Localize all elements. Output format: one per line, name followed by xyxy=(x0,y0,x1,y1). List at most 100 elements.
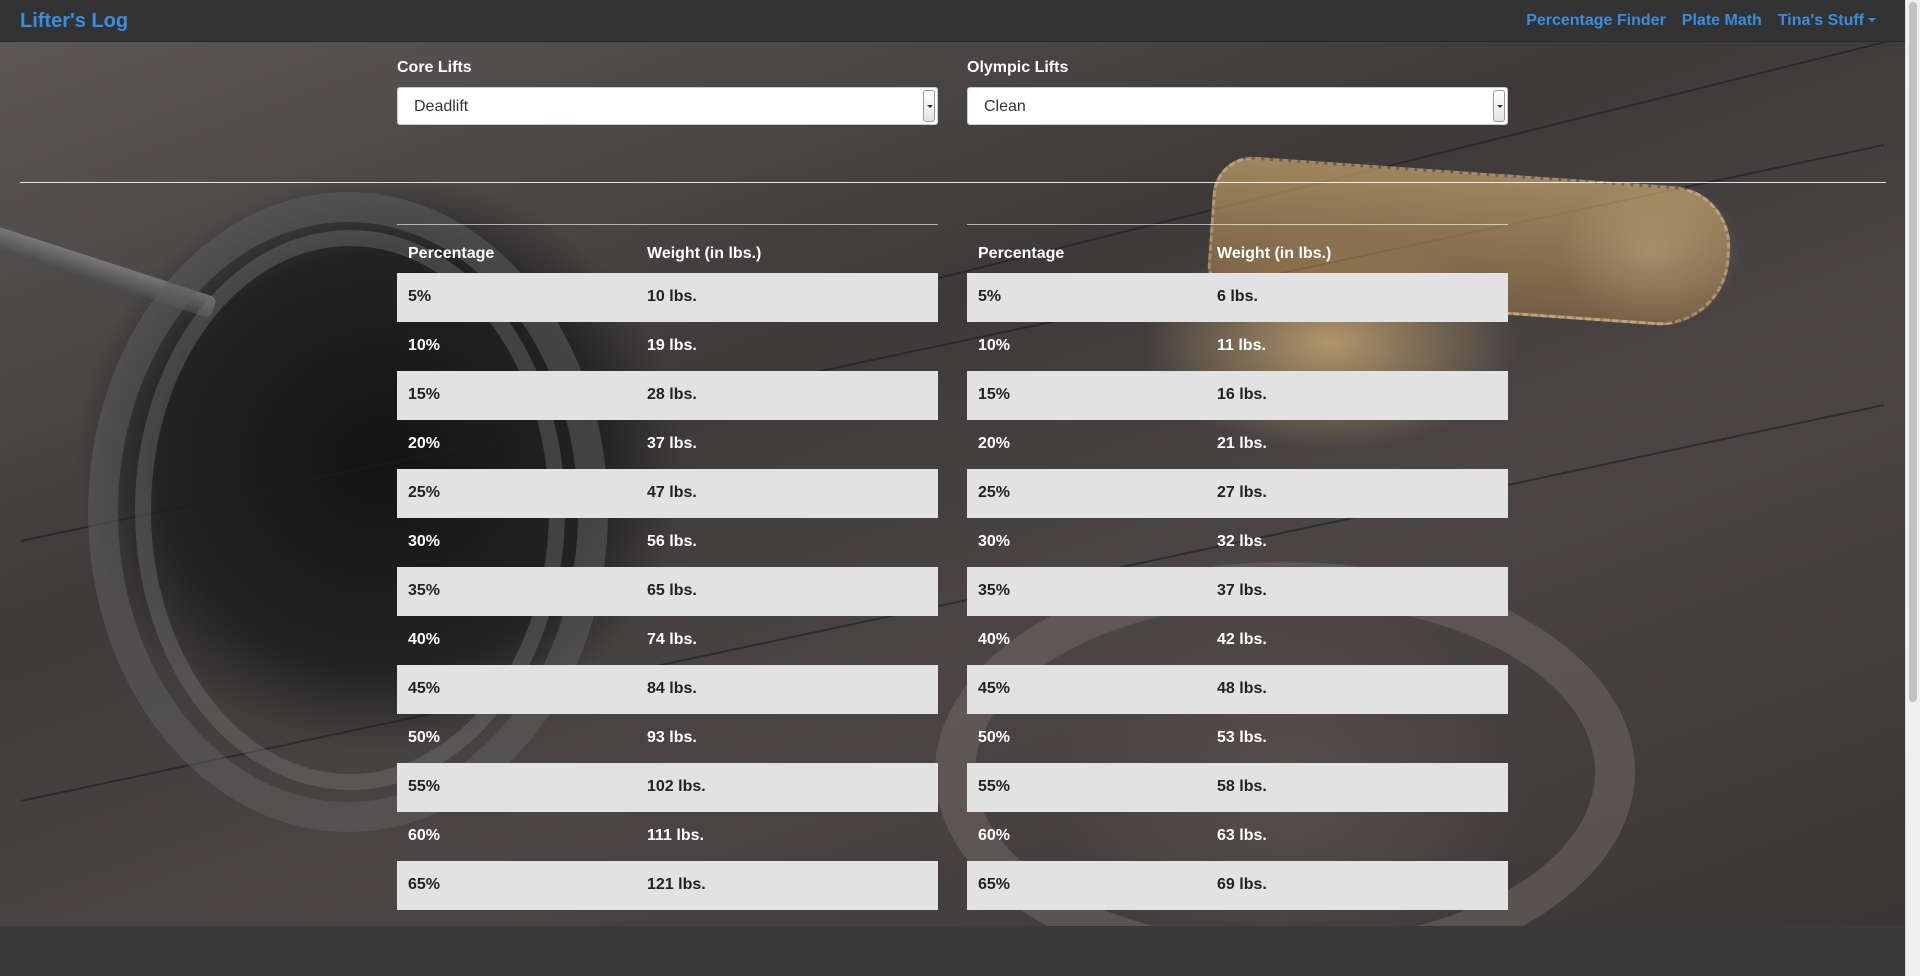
nav-links: Percentage Finder Plate Math Tina's Stuf… xyxy=(1510,12,1876,30)
caret-down-icon xyxy=(1868,18,1876,22)
table-row: 20% 37 lbs. xyxy=(397,420,938,469)
percentage-cell: 30% xyxy=(408,533,441,550)
weight-cell: 42 lbs. xyxy=(1217,631,1267,648)
footer xyxy=(0,926,1905,976)
select-arrow-icon xyxy=(1493,90,1505,122)
percentage-cell: 40% xyxy=(408,631,441,648)
navbar: Lifter's Log Percentage Finder Plate Mat… xyxy=(0,0,1905,42)
section-divider xyxy=(20,182,1886,183)
table-row: 40% 74 lbs. xyxy=(397,616,938,665)
weight-cell: 121 lbs. xyxy=(636,860,938,910)
weight-cell: 69 lbs. xyxy=(1206,860,1508,910)
weight-cell: 16 lbs. xyxy=(1206,370,1508,420)
olympic-percentage-table: Percentage Weight (in lbs.) 5% 6 lbs. 10% 1… xyxy=(967,224,1508,910)
weight-cell: 27 lbs. xyxy=(1206,468,1508,518)
weight-cell: 111 lbs. xyxy=(647,827,704,844)
weight-cell: 53 lbs. xyxy=(1217,729,1267,746)
main-content: Core Lifts Deadlift Olympic Lifts Clean … xyxy=(0,42,1905,926)
brand-link[interactable]: Lifter's Log xyxy=(20,10,128,33)
percentage-cell: 15% xyxy=(967,370,1206,420)
table-row: 35% 37 lbs. xyxy=(967,566,1508,616)
table-row: 30% 56 lbs. xyxy=(397,518,938,567)
percentage-cell: 35% xyxy=(397,566,636,616)
table-row: 50% 53 lbs. xyxy=(967,714,1508,763)
weight-cell: 47 lbs. xyxy=(636,468,938,518)
weight-cell: 37 lbs. xyxy=(647,435,697,452)
table-row: 5% 6 lbs. xyxy=(967,272,1508,322)
weight-cell: 56 lbs. xyxy=(647,533,697,550)
page-scrollbar[interactable] xyxy=(1905,0,1920,976)
olympic-lift-select[interactable]: Clean xyxy=(967,87,1508,125)
weight-cell: 6 lbs. xyxy=(1206,272,1508,322)
core-percentage-table: Percentage Weight (in lbs.) 5% 10 lbs. 10%… xyxy=(397,224,938,910)
percentage-cell: 25% xyxy=(397,468,636,518)
percentage-cell: 45% xyxy=(397,664,636,714)
table-row: 20% 21 lbs. xyxy=(967,420,1508,469)
table-row: 35% 65 lbs. xyxy=(397,566,938,616)
percentage-cell: 60% xyxy=(978,827,1011,844)
table-row: 45% 48 lbs. xyxy=(967,664,1508,714)
table-row: 25% 47 lbs. xyxy=(397,468,938,518)
percentage-cell: 55% xyxy=(397,762,636,812)
weight-cell: 10 lbs. xyxy=(636,272,938,322)
percentage-cell: 55% xyxy=(967,762,1206,812)
nav-user-label: Tina's Stuff xyxy=(1777,12,1864,29)
table-row: 10% 19 lbs. xyxy=(397,322,938,371)
percentage-cell: 65% xyxy=(967,860,1206,910)
core-lift-select[interactable]: Deadlift xyxy=(397,87,938,125)
weight-cell: 74 lbs. xyxy=(647,631,697,648)
table-row: 15% 28 lbs. xyxy=(397,370,938,420)
table-row: 50% 93 lbs. xyxy=(397,714,938,763)
percentage-cell: 10% xyxy=(978,337,1011,354)
percentage-cell: 35% xyxy=(967,566,1206,616)
weight-cell: 32 lbs. xyxy=(1217,533,1267,550)
olympic-lifts-group: Olympic Lifts Clean xyxy=(967,59,1508,125)
table-row: 40% 42 lbs. xyxy=(967,616,1508,665)
core-lift-selected: Deadlift xyxy=(414,98,469,115)
nav-percentage-finder[interactable]: Percentage Finder xyxy=(1526,12,1666,30)
weight-cell: 37 lbs. xyxy=(1206,566,1508,616)
percentage-cell: 60% xyxy=(408,827,441,844)
table-row: 55% 58 lbs. xyxy=(967,762,1508,812)
percentage-cell: 45% xyxy=(967,664,1206,714)
weight-cell: 28 lbs. xyxy=(636,370,938,420)
select-arrow-icon xyxy=(923,90,935,122)
percentage-cell: 65% xyxy=(397,860,636,910)
percentage-cell: 40% xyxy=(978,631,1011,648)
weight-cell: 19 lbs. xyxy=(647,337,697,354)
weight-cell: 65 lbs. xyxy=(636,566,938,616)
header-weight: Weight (in lbs.) xyxy=(647,244,762,262)
header-percentage: Percentage xyxy=(978,244,1065,262)
weight-cell: 102 lbs. xyxy=(636,762,938,812)
percentage-cell: 30% xyxy=(978,533,1011,550)
table-row: 25% 27 lbs. xyxy=(967,468,1508,518)
percentage-cell: 25% xyxy=(967,468,1206,518)
table-row: 55% 102 lbs. xyxy=(397,762,938,812)
weight-cell: 63 lbs. xyxy=(1217,827,1267,844)
table-row: 65% 121 lbs. xyxy=(397,860,938,910)
table-row: 65% 69 lbs. xyxy=(967,860,1508,910)
table-row: 60% 63 lbs. xyxy=(967,812,1508,861)
olympic-lift-selected: Clean xyxy=(984,98,1026,115)
weight-cell: 48 lbs. xyxy=(1206,664,1508,714)
percentage-cell: 50% xyxy=(408,729,441,746)
nav-plate-math[interactable]: Plate Math xyxy=(1682,12,1762,30)
weight-cell: 84 lbs. xyxy=(636,664,938,714)
percentage-cell: 20% xyxy=(408,435,441,452)
table-row: 30% 32 lbs. xyxy=(967,518,1508,567)
weight-cell: 58 lbs. xyxy=(1206,762,1508,812)
percentage-cell: 50% xyxy=(978,729,1011,746)
percentage-cell: 20% xyxy=(978,435,1011,452)
header-percentage: Percentage xyxy=(408,244,495,262)
core-lifts-group: Core Lifts Deadlift xyxy=(397,59,938,125)
table-row: 5% 10 lbs. xyxy=(397,272,938,322)
olympic-lifts-label: Olympic Lifts xyxy=(967,59,1069,76)
table-row: 15% 16 lbs. xyxy=(967,370,1508,420)
percentage-cell: 10% xyxy=(408,337,441,354)
weight-cell: 21 lbs. xyxy=(1217,435,1267,452)
scrollbar-thumb[interactable] xyxy=(1909,2,1917,702)
weight-cell: 11 lbs. xyxy=(1217,337,1266,354)
nav-user-dropdown[interactable]: Tina's Stuff xyxy=(1778,12,1876,30)
table-row: 10% 11 lbs. xyxy=(967,322,1508,371)
core-lifts-label: Core Lifts xyxy=(397,59,472,76)
